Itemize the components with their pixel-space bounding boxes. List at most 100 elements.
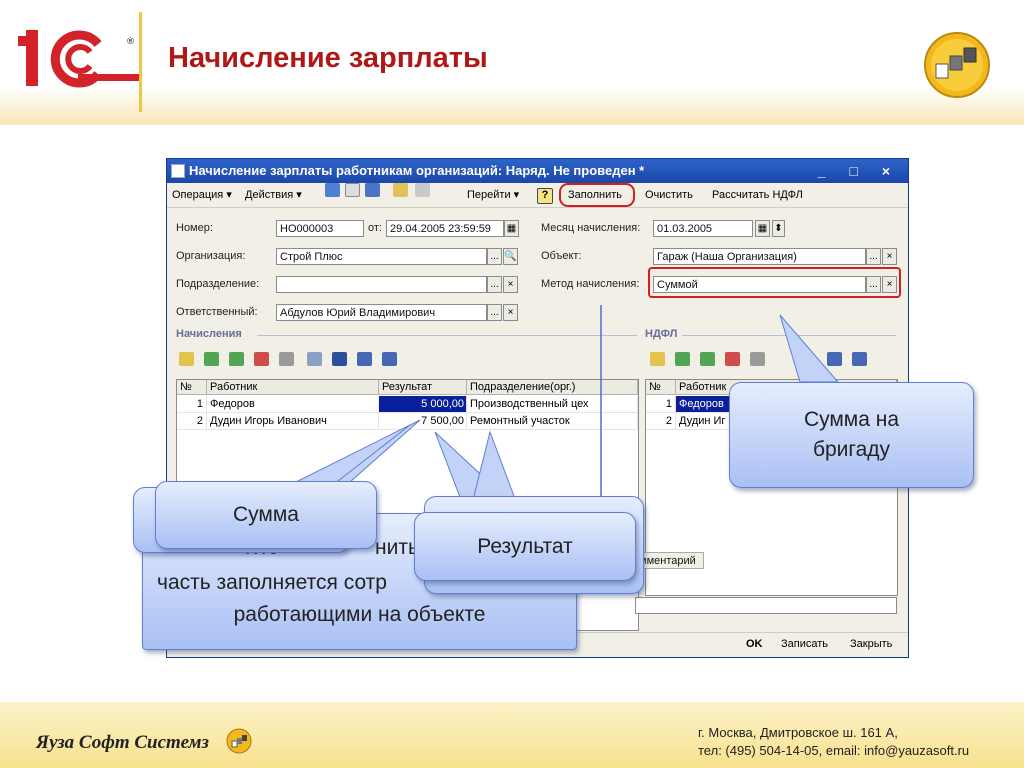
method-highlight (648, 267, 901, 298)
row2-worker[interactable]: Дудин Игорь Иванович (207, 413, 379, 430)
window-title: Начисление зарплаты работникам организац… (189, 163, 645, 178)
menu-actions[interactable]: Действия ▾ (245, 183, 302, 207)
clear-button[interactable]: Очистить (645, 183, 693, 207)
org-label: Организация: (176, 250, 246, 262)
accruals-title: Начисления (176, 328, 242, 340)
row1-dept[interactable]: Производственный цех (467, 396, 638, 413)
1c-logo: ® (18, 30, 140, 88)
dept-field[interactable] (276, 276, 487, 293)
calendar-icon[interactable]: ▦ (504, 220, 519, 237)
month-label: Месяц начисления: (541, 222, 641, 234)
callout-ktu-line3: работающими на объекте (233, 603, 486, 626)
ndfl-sort-desc-icon[interactable] (852, 352, 867, 366)
slide-footer: Яуза Софт Системз г. Москва, Дмитровское… (0, 702, 1024, 768)
ndfl-edit-icon[interactable] (700, 352, 715, 366)
sort-desc-icon[interactable] (382, 352, 397, 366)
menu-goto[interactable]: Перейти ▾ (467, 183, 519, 207)
window-controls-icon[interactable]: _ □ × (818, 159, 900, 183)
row2-n: 2 (177, 413, 207, 430)
copy-icon[interactable] (345, 183, 360, 197)
object-label: Объект: (541, 250, 582, 262)
fill-button-highlight (559, 183, 635, 207)
row2-dept[interactable]: Ремонтный участок (467, 413, 638, 430)
doc-icon[interactable] (415, 183, 430, 197)
dept-label: Подразделение: (176, 278, 260, 290)
resp-clear-icon[interactable]: × (503, 304, 518, 321)
footer-brand: Яуза Софт Системз (36, 732, 209, 753)
col-header-dept[interactable]: Подразделение(орг.) (467, 380, 638, 395)
move-down-icon[interactable] (332, 352, 347, 366)
move-up-icon[interactable] (307, 352, 322, 366)
search-icon[interactable]: 🔍 (503, 248, 518, 265)
responsible-field[interactable]: Абдулов Юрий Владимирович (276, 304, 487, 321)
row1-worker[interactable]: Федоров (207, 396, 379, 413)
ndfl-sort-asc-icon[interactable] (827, 352, 842, 366)
calc-ndfl-button[interactable]: Рассчитать НДФЛ (712, 183, 803, 207)
col-header-result[interactable]: Результат (379, 380, 467, 395)
row-add-icon[interactable] (179, 352, 194, 366)
page-title: Начисление зарплаты (168, 42, 488, 74)
row-delete-icon[interactable] (254, 352, 269, 366)
number-field[interactable]: НО000003 (276, 220, 364, 237)
footer-contacts: г. Москва, Дмитровское ш. 161 А, тел: (4… (698, 724, 969, 760)
comment-field[interactable] (635, 597, 897, 614)
callout-result: Результат (414, 512, 636, 581)
row1-result[interactable]: 5 000,00 (378, 395, 468, 414)
callout-sum: Сумма (155, 481, 377, 549)
callout-brigade-sum: Сумма на бригаду (729, 382, 974, 488)
responsible-label: Ответственный: (176, 306, 258, 318)
menu-operation[interactable]: Операция ▾ (172, 183, 232, 207)
ndfl-delete-icon[interactable] (725, 352, 740, 366)
print-icon[interactable] (393, 183, 408, 197)
org-select-icon[interactable]: ... (487, 248, 502, 265)
sort-asc-icon[interactable] (357, 352, 372, 366)
date-label: от: (368, 222, 382, 234)
edit-icon[interactable] (365, 183, 380, 197)
ndfl-row1-n: 1 (646, 396, 676, 413)
dept-clear-icon[interactable]: × (503, 276, 518, 293)
ndfl-row2-n: 2 (646, 413, 676, 430)
row-edit-icon[interactable] (229, 352, 244, 366)
calendar-icon-2[interactable]: ▦ (755, 220, 770, 237)
callout-ktu-line1b: нить (375, 536, 419, 559)
row-copy-icon[interactable] (204, 352, 219, 366)
ok-button[interactable]: OK (746, 638, 763, 650)
number-label: Номер: (176, 222, 213, 234)
date-field[interactable]: 29.04.2005 23:59:59 (386, 220, 504, 237)
callout-ktu-line2: часть заполняется сотр (157, 571, 387, 594)
ndfl-col-header-n[interactable]: № (646, 380, 676, 395)
col-header-n[interactable]: № (177, 380, 207, 395)
object-select-icon[interactable]: ... (866, 248, 881, 265)
row1-n: 1 (177, 396, 207, 413)
spin-icon[interactable]: ⬍ (772, 220, 785, 237)
row-end-icon[interactable] (279, 352, 294, 366)
dept-select-icon[interactable]: ... (487, 276, 502, 293)
help-icon[interactable]: ? (537, 188, 553, 204)
svg-text:®: ® (126, 37, 135, 47)
comment-button[interactable]: мментарий (635, 552, 704, 569)
ndfl-divider (682, 335, 896, 336)
slide-header: ® Начисление зарплаты (0, 0, 1024, 125)
row2-result[interactable]: 7 500,00 (379, 413, 467, 430)
window-titlebar[interactable]: Начисление зарплаты работникам организац… (167, 159, 908, 183)
org-field[interactable]: Строй Плюс (276, 248, 487, 265)
col-header-worker[interactable]: Работник (207, 380, 379, 395)
object-field[interactable]: Гараж (Наша Организация) (653, 248, 866, 265)
save-button[interactable]: Записать (781, 638, 828, 650)
close-button[interactable]: Закрыть (850, 638, 892, 650)
ndfl-row2-worker[interactable]: Дудин Иг (676, 413, 736, 430)
ndfl-add-icon[interactable] (650, 352, 665, 366)
object-clear-icon[interactable]: × (882, 248, 897, 265)
ndfl-title: НДФЛ (645, 328, 678, 340)
accruals-divider (257, 335, 637, 336)
yauza-logo-icon (924, 32, 990, 98)
resp-select-icon[interactable]: ... (487, 304, 502, 321)
footer-address: г. Москва, Дмитровское ш. 161 А, (698, 725, 898, 740)
footer-phone-email: тел: (495) 504-14-05, email: info@yauzas… (698, 743, 970, 758)
ndfl-end-icon[interactable] (750, 352, 765, 366)
ndfl-row1-worker[interactable]: Федоров (676, 396, 736, 413)
month-field[interactable]: 01.03.2005 (653, 220, 753, 237)
ndfl-copy-icon[interactable] (675, 352, 690, 366)
add-row-icon[interactable] (325, 183, 340, 197)
window-icon (171, 164, 185, 178)
